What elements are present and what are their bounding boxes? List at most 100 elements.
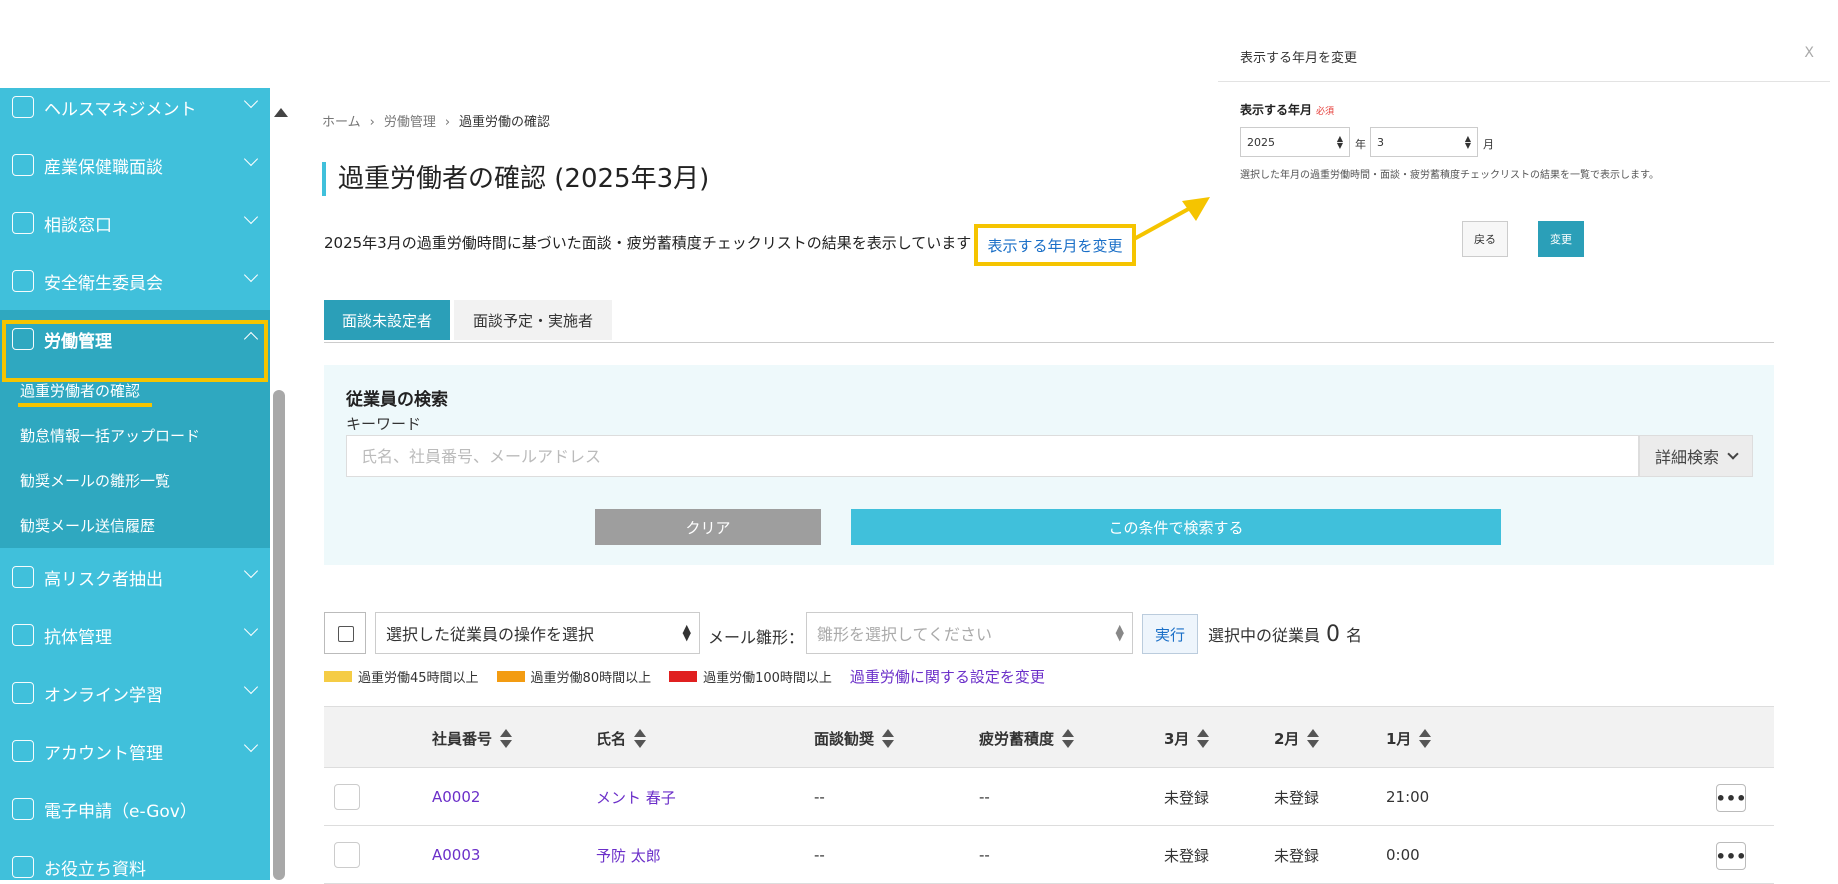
sort-icon[interactable] [634, 728, 647, 748]
field-label-text: 表示する年月 [1240, 103, 1313, 117]
sidebar-item-label: 産業保健職面談 [44, 157, 163, 178]
graduation-cap-icon [12, 682, 34, 704]
selected-prefix: 選択中の従業員 [1208, 626, 1321, 645]
sidebar: ヘルスマネジメント 産業保健職面談 相談窓口 安全衛生委員会 労働管理 過重労働… [0, 88, 270, 880]
chevron-down-icon [243, 151, 259, 167]
required-badge: 必須 [1316, 107, 1335, 117]
month-select[interactable]: 3 ▲ ▼ [1370, 127, 1478, 157]
sidebar-item-label: お役立ち資料 [44, 859, 146, 880]
cell-fatigue: -- [979, 788, 990, 806]
stethoscope-icon [12, 96, 34, 118]
change-month-link[interactable]: 表示する年月を変更 [974, 224, 1136, 266]
advanced-search-button[interactable]: 詳細検索 [1639, 435, 1753, 477]
overwork-settings-link[interactable]: 過重労働に関する設定を変更 [850, 666, 1045, 687]
dialog-divider [1218, 81, 1830, 82]
sidebar-item-occupational-interview[interactable]: 産業保健職面談 [0, 136, 270, 194]
row-more-button[interactable]: ••• [1716, 784, 1746, 812]
close-icon[interactable]: X [1804, 45, 1814, 61]
submenu-attendance-upload[interactable]: 勤怠情報一括アップロード [0, 413, 270, 458]
breadcrumb-current: 過重労働の確認 [459, 115, 551, 130]
legend-label: 過重労働100時間以上 [703, 671, 832, 686]
sidebar-item-consultation[interactable]: 相談窓口 [0, 194, 270, 252]
submenu-overwork-check[interactable]: 過重労働者の確認 [0, 368, 270, 413]
header-label: 2月 [1274, 729, 1300, 748]
risk-icon [12, 566, 34, 588]
sort-icon[interactable] [1419, 728, 1432, 748]
select-arrows-icon: ▲ ▼ [1115, 622, 1124, 643]
row-checkbox[interactable] [334, 784, 360, 810]
sidebar-item-label: アカウント管理 [44, 743, 163, 764]
sidebar-item-antibody[interactable]: 抗体管理 [0, 606, 270, 664]
sort-icon[interactable] [1062, 728, 1075, 748]
header-fatigue[interactable]: 疲労蓄積度 [979, 707, 1075, 769]
apply-button[interactable]: 変更 [1538, 221, 1584, 257]
clear-button[interactable]: クリア [595, 509, 821, 545]
sort-icon[interactable] [1197, 728, 1210, 748]
scroll-up-icon[interactable] [274, 108, 288, 117]
submenu-mail-history[interactable]: 勧奨メール送信履歴 [0, 503, 270, 548]
selected-suffix: 名 [1346, 626, 1363, 645]
header-march[interactable]: 3月 [1164, 707, 1210, 769]
year-value: 2025 [1247, 135, 1275, 149]
header-label: 社員番号 [432, 729, 493, 748]
sidebar-item-health-management[interactable]: ヘルスマネジメント [0, 88, 270, 136]
month-unit: 月 [1483, 138, 1494, 151]
header-january[interactable]: 1月 [1386, 707, 1432, 769]
page-description: 2025年3月の過重労働時間に基づいた面談・疲労蓄積度チェックリストの結果を表示… [324, 234, 972, 252]
chevron-down-icon [243, 93, 259, 109]
row-more-button[interactable]: ••• [1716, 842, 1746, 870]
sidebar-item-account[interactable]: アカウント管理 [0, 722, 270, 780]
tab-interview-planned[interactable]: 面談予定・実施者 [454, 300, 612, 340]
breadcrumb-home[interactable]: ホーム [322, 115, 361, 130]
sidebar-item-egov[interactable]: 電子申請（e-Gov） [0, 780, 270, 838]
operation-select-value: 選択した従業員の操作を選択 [386, 625, 595, 644]
cell-employee-id[interactable]: A0002 [432, 768, 480, 826]
sidebar-item-label: 安全衛生委員会 [44, 273, 163, 294]
sidebar-item-high-risk[interactable]: 高リスク者抽出 [0, 548, 270, 606]
cell-january: 21:00 [1386, 788, 1430, 806]
scrollbar-thumb[interactable] [273, 390, 285, 880]
select-all-checkbox[interactable] [324, 612, 366, 654]
sidebar-item-resources[interactable]: お役立ち資料 [0, 838, 270, 880]
tab-interview-unset[interactable]: 面談未設定者 [324, 300, 450, 340]
table-header: 社員番号 氏名 面談勧奨 疲労蓄積度 3月 2月 1月 [324, 706, 1774, 768]
year-select[interactable]: 2025 ▲ ▼ [1240, 127, 1350, 157]
header-name[interactable]: 氏名 [596, 707, 647, 769]
sidebar-item-label: ヘルスマネジメント [44, 99, 197, 120]
operation-select[interactable]: 選択した従業員の操作を選択 ▲ ▼ [375, 612, 700, 654]
selected-count: 選択中の従業員 0 名 [1208, 622, 1362, 647]
row-checkbox[interactable] [334, 842, 360, 868]
sidebar-item-label: オンライン学習 [44, 685, 163, 706]
sidebar-item-online-learning[interactable]: オンライン学習 [0, 664, 270, 722]
sidebar-item-safety-committee[interactable]: 安全衛生委員会 [0, 252, 270, 310]
labor-submenu: 過重労働者の確認 勤怠情報一括アップロード 勧奨メールの雛形一覧 勧奨メール送信… [0, 368, 270, 548]
sort-icon[interactable] [882, 728, 895, 748]
mail-template-select[interactable]: 雛形を選択してください ▲ ▼ [806, 612, 1133, 654]
gear-icon [12, 740, 34, 762]
select-arrows-icon: ▲ ▼ [1336, 134, 1343, 150]
chevron-down-icon [243, 621, 259, 637]
dialog-title: 表示する年月を変更 [1240, 51, 1358, 66]
header-february[interactable]: 2月 [1274, 707, 1320, 769]
cell-name[interactable]: 予防 太郎 [596, 826, 661, 884]
sidebar-item-labor-management[interactable]: 労働管理 [0, 310, 270, 368]
back-button[interactable]: 戻る [1462, 221, 1508, 257]
selected-number: 0 [1326, 622, 1341, 647]
sort-icon[interactable] [500, 728, 513, 748]
cell-name[interactable]: メント 春子 [596, 768, 676, 826]
sort-icon[interactable] [1307, 728, 1320, 748]
mail-template-placeholder: 雛形を選択してください [817, 625, 993, 644]
cell-january: 0:00 [1386, 846, 1420, 864]
syringe-icon [12, 624, 34, 646]
execute-button[interactable]: 実行 [1142, 614, 1198, 654]
header-employee-id[interactable]: 社員番号 [432, 707, 513, 769]
submenu-mail-templates[interactable]: 勧奨メールの雛形一覧 [0, 458, 270, 503]
month-value: 3 [1377, 135, 1384, 149]
header-interview-recommendation[interactable]: 面談勧奨 [814, 707, 895, 769]
keyword-input[interactable] [346, 435, 1639, 477]
cell-employee-id[interactable]: A0003 [432, 826, 480, 884]
breadcrumb-section[interactable]: 労働管理 [384, 115, 436, 130]
search-button[interactable]: この条件で検索する [851, 509, 1501, 545]
chevron-down-icon [1727, 448, 1739, 460]
legend-item-100: 過重労働100時間以上 [669, 667, 832, 686]
